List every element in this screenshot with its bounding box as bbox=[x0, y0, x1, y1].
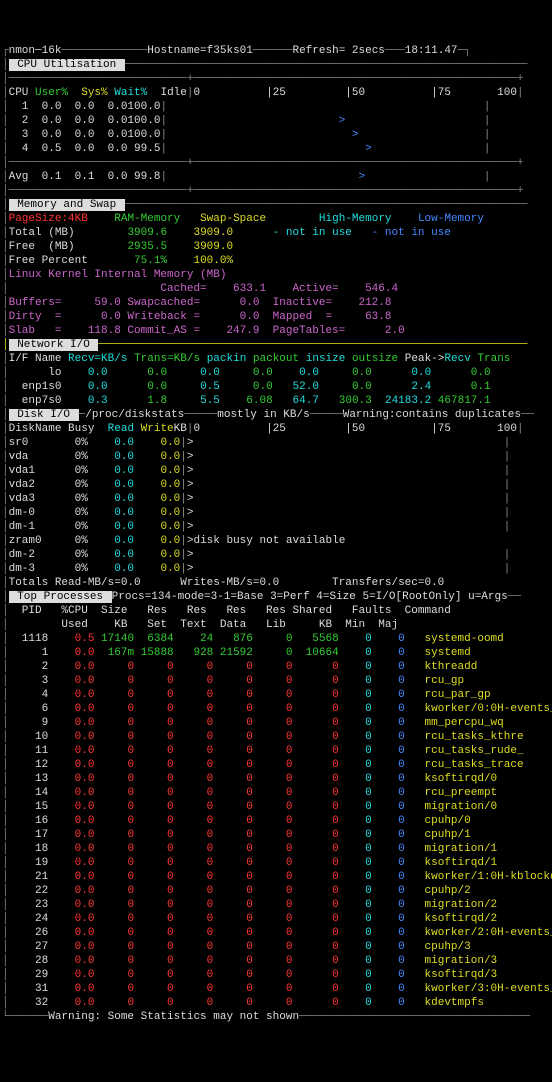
process-row: │ 2 0.0 0 0 0 0 0 0 0 0 kthreadd bbox=[2, 660, 550, 674]
disk-row: │dm-0 0% 0.0 0.0|> | bbox=[2, 506, 550, 520]
process-row: │ 23 0.0 0 0 0 0 0 0 0 0 migration/2 bbox=[2, 898, 550, 912]
process-row: │ 21 0.0 0 0 0 0 0 0 0 0 kworker/1:0H-kb… bbox=[2, 870, 550, 884]
mem-section-title: │ Memory and Swap ──────────────────────… bbox=[2, 198, 550, 212]
net-row: │ enp1s0 0.0 0.0 0.5 0.0 52.0 0.0 2.4 0.… bbox=[2, 380, 550, 394]
net-header: │I/F Name Recv=KB/s Trans=KB/s packin pa… bbox=[2, 352, 550, 366]
mem-total: │Total (MB) 3909.6 3909.0 - not in use -… bbox=[2, 226, 550, 240]
clock: 18:11.47 bbox=[405, 45, 458, 57]
footer: └──────Warning: Some Statistics may not … bbox=[2, 1010, 550, 1024]
process-row: │ 31 0.0 0 0 0 0 0 0 0 0 kworker/3:0H-ev… bbox=[2, 982, 550, 996]
process-row: │ 28 0.0 0 0 0 0 0 0 0 0 migration/3 bbox=[2, 954, 550, 968]
cpu-row: │ 3 0.0 0.0 0.0100.0| > | bbox=[2, 128, 550, 142]
net-section-title: │ Network I/O ──────────────────────────… bbox=[2, 338, 550, 352]
process-row: │ 1 0.0 167m 15888 928 21592 0 10664 0 0… bbox=[2, 646, 550, 660]
cpu-avg: │Avg 0.1 0.1 0.0 99.8| > | bbox=[2, 170, 550, 184]
process-row: │ 4 0.0 0 0 0 0 0 0 0 0 rcu_par_gp bbox=[2, 688, 550, 702]
process-row: │ 1118 0.5 17140 6384 24 876 0 5568 0 0 … bbox=[2, 632, 550, 646]
process-row: │ 19 0.0 0 0 0 0 0 0 0 0 ksoftirqd/1 bbox=[2, 856, 550, 870]
topbar: ┌nmon─16k─────────────Hostname=f35ks01──… bbox=[2, 44, 550, 58]
cpu-border: │───────────────────────────+───────────… bbox=[2, 184, 550, 198]
mem-k4: │Slab = 118.8 Commit_AS = 247.9 PageTabl… bbox=[2, 324, 550, 338]
top-hdr2: │ Used KB Set Text Data Lib KB Min Maj bbox=[2, 618, 550, 632]
process-row: │ 12 0.0 0 0 0 0 0 0 0 0 rcu_tasks_trace bbox=[2, 758, 550, 772]
process-row: │ 11 0.0 0 0 0 0 0 0 0 0 rcu_tasks_rude_ bbox=[2, 744, 550, 758]
process-row: │ 24 0.0 0 0 0 0 0 0 0 0 ksoftirqd/2 bbox=[2, 912, 550, 926]
cpu-header: │CPU User% Sys% Wait% Idle|0 |25 |50 |75… bbox=[2, 86, 550, 100]
hostname: Hostname=f35ks01 bbox=[147, 45, 253, 57]
mem-kernel-title: │Linux Kernel Internal Memory (MB) bbox=[2, 268, 550, 282]
process-row: │ 14 0.0 0 0 0 0 0 0 0 0 rcu_preempt bbox=[2, 786, 550, 800]
cpu-row: │ 1 0.0 0.0 0.0100.0| | bbox=[2, 100, 550, 114]
process-row: │ 32 0.0 0 0 0 0 0 0 0 0 kdevtmpfs bbox=[2, 996, 550, 1010]
top-hdr1: │ PID %CPU Size Res Res Res Res Shared F… bbox=[2, 604, 550, 618]
mem-pct: │Free Percent 75.1% 100.0% bbox=[2, 254, 550, 268]
process-row: │ 17 0.0 0 0 0 0 0 0 0 0 cpuhp/1 bbox=[2, 828, 550, 842]
cpu-border: │───────────────────────────+───────────… bbox=[2, 72, 550, 86]
disk-row: │zram0 0% 0.0 0.0|>disk busy not availab… bbox=[2, 534, 550, 548]
process-row: │ 18 0.0 0 0 0 0 0 0 0 0 migration/1 bbox=[2, 842, 550, 856]
top-section-title: │ Top Processes Procs=134-mode=3-1=Base … bbox=[2, 590, 550, 604]
disk-row: │vda2 0% 0.0 0.0|> | bbox=[2, 478, 550, 492]
process-row: │ 3 0.0 0 0 0 0 0 0 0 0 rcu_gp bbox=[2, 674, 550, 688]
disk-row: │vda3 0% 0.0 0.0|> | bbox=[2, 492, 550, 506]
cpu-section-title: │ CPU Utilisation ──────────────────────… bbox=[2, 58, 550, 72]
process-row: │ 26 0.0 0 0 0 0 0 0 0 0 kworker/2:0H-ev… bbox=[2, 926, 550, 940]
mem-cols: │PageSize:4KB RAM-Memory Swap-Space High… bbox=[2, 212, 550, 226]
disk-row: │dm-2 0% 0.0 0.0|> | bbox=[2, 548, 550, 562]
process-row: │ 16 0.0 0 0 0 0 0 0 0 0 cpuhp/0 bbox=[2, 814, 550, 828]
mem-k2: │Buffers= 59.0 Swapcached= 0.0 Inactive=… bbox=[2, 296, 550, 310]
process-row: │ 13 0.0 0 0 0 0 0 0 0 0 ksoftirqd/0 bbox=[2, 772, 550, 786]
process-row: │ 15 0.0 0 0 0 0 0 0 0 0 migration/0 bbox=[2, 800, 550, 814]
cpu-divider: │───────────────────────────+───────────… bbox=[2, 156, 550, 170]
disk-row: │vda1 0% 0.0 0.0|> | bbox=[2, 464, 550, 478]
process-row: │ 29 0.0 0 0 0 0 0 0 0 0 ksoftirqd/3 bbox=[2, 968, 550, 982]
net-row: │ enp7s0 0.3 1.8 5.5 6.08 64.7 300.3 241… bbox=[2, 394, 550, 408]
process-row: │ 6 0.0 0 0 0 0 0 0 0 0 kworker/0:0H-eve… bbox=[2, 702, 550, 716]
disk-totals: │Totals Read-MB/s=0.0 Writes-MB/s=0.0 Tr… bbox=[2, 576, 550, 590]
mem-k1: │ Cached= 633.1 Active= 546.4 bbox=[2, 282, 550, 296]
process-row: │ 27 0.0 0 0 0 0 0 0 0 0 cpuhp/3 bbox=[2, 940, 550, 954]
mem-k3: │Dirty = 0.0 Writeback = 0.0 Mapped = 63… bbox=[2, 310, 550, 324]
disk-section-title: │ Disk I/O ─/proc/diskstats─────mostly i… bbox=[2, 408, 550, 422]
disk-row: │vda 0% 0.0 0.0|> | bbox=[2, 450, 550, 464]
cpu-row: │ 2 0.0 0.0 0.0100.0| > | bbox=[2, 114, 550, 128]
mem-free: │Free (MB) 2935.5 3909.0 bbox=[2, 240, 550, 254]
refresh: Refresh= 2secs bbox=[292, 45, 384, 57]
cpu-row: │ 4 0.5 0.0 0.0 99.5| > | bbox=[2, 142, 550, 156]
app-name: nmon─16k bbox=[9, 45, 62, 57]
disk-row: │sr0 0% 0.0 0.0|> | bbox=[2, 436, 550, 450]
process-row: │ 22 0.0 0 0 0 0 0 0 0 0 cpuhp/2 bbox=[2, 884, 550, 898]
process-row: │ 10 0.0 0 0 0 0 0 0 0 0 rcu_tasks_kthre bbox=[2, 730, 550, 744]
net-row: │ lo 0.0 0.0 0.0 0.0 0.0 0.0 0.0 0.0 bbox=[2, 366, 550, 380]
disk-row: │dm-1 0% 0.0 0.0|> | bbox=[2, 520, 550, 534]
process-row: │ 9 0.0 0 0 0 0 0 0 0 0 mm_percpu_wq bbox=[2, 716, 550, 730]
disk-row: │dm-3 0% 0.0 0.0|> | bbox=[2, 562, 550, 576]
disk-header: │DiskName Busy Read WriteKB|0 |25 |50 |7… bbox=[2, 422, 550, 436]
